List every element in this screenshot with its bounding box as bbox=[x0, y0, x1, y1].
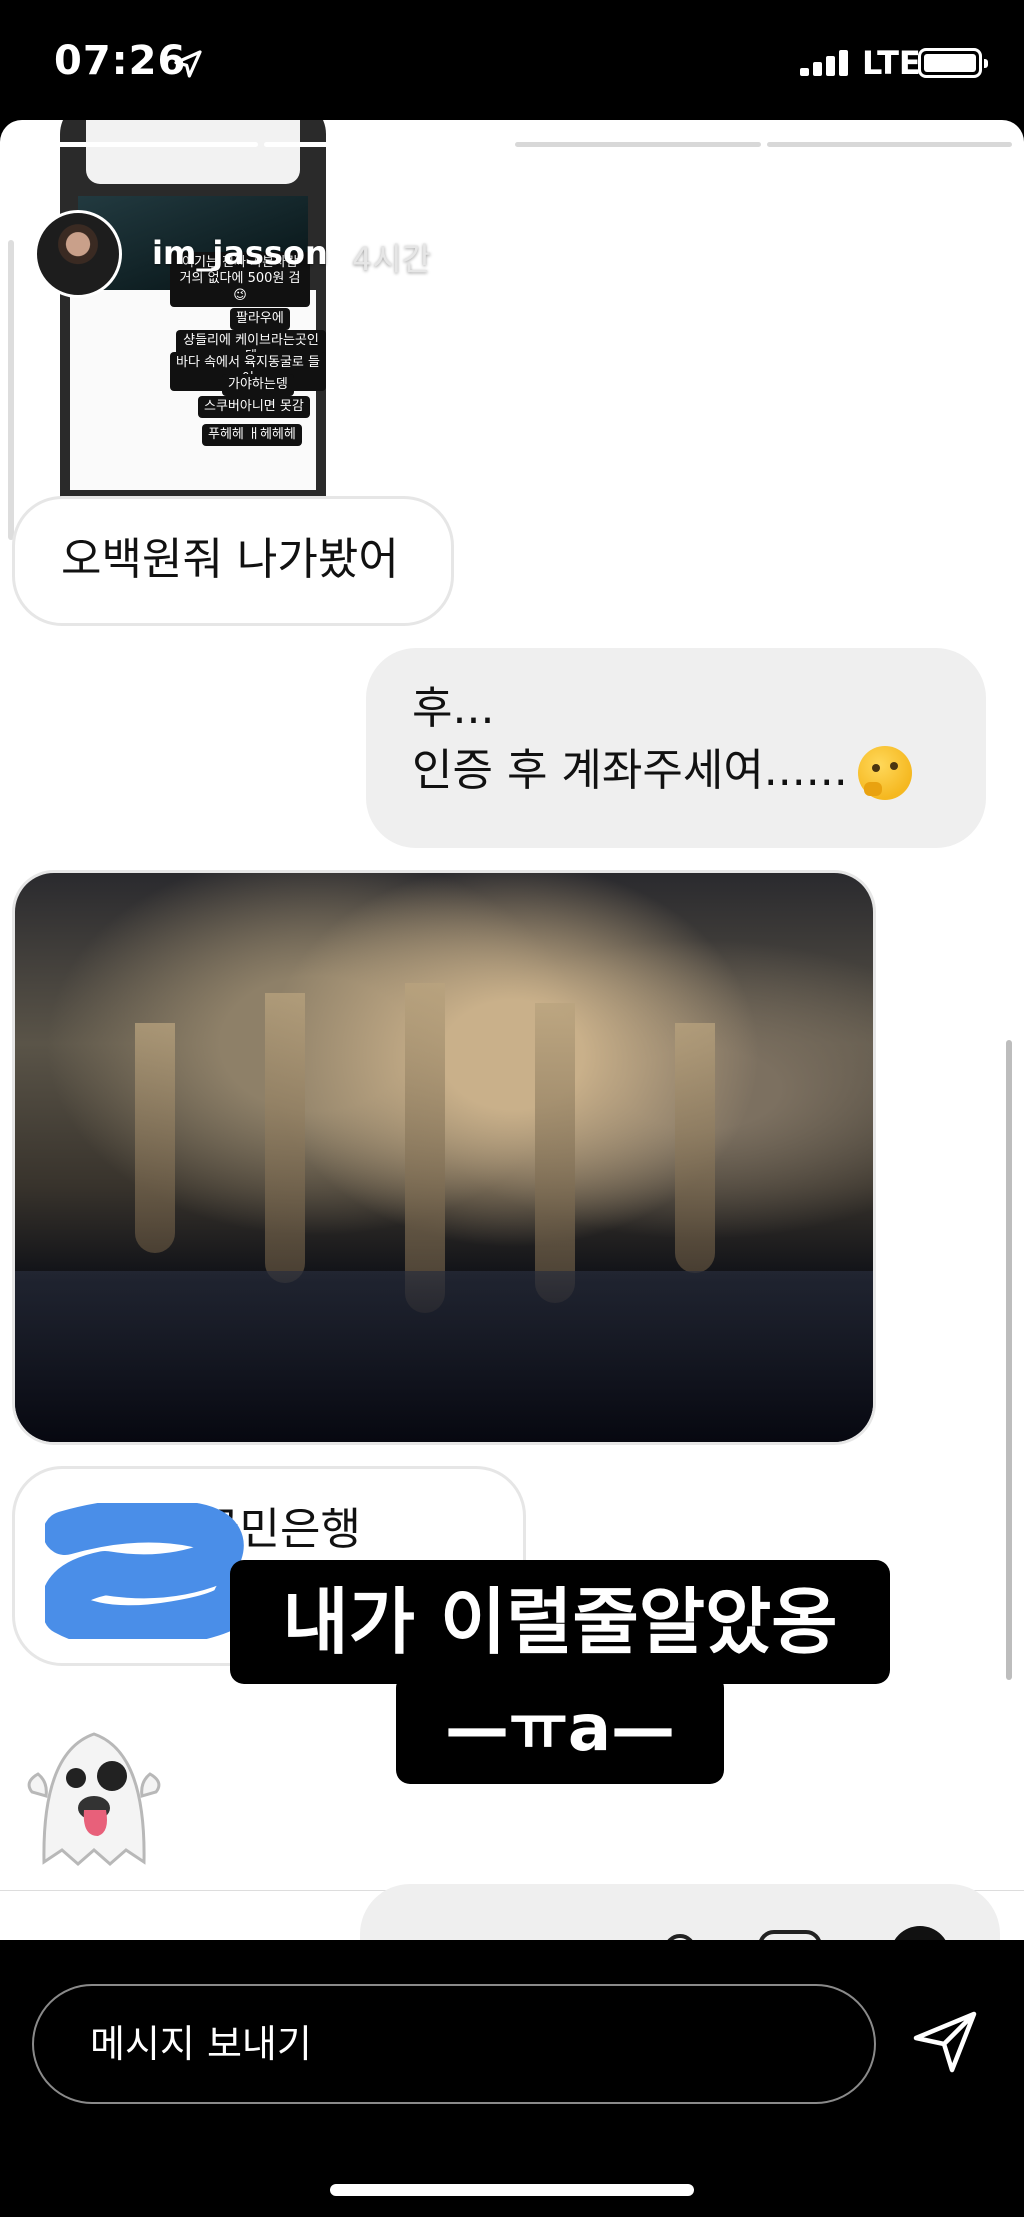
stalactite-shape bbox=[135, 1023, 175, 1253]
story-text-overlay: —ㅠa— bbox=[396, 1674, 724, 1784]
message-input[interactable]: 메시지 보내기 bbox=[32, 1984, 876, 2104]
embedded-caption: 푸헤헤 ㅐ헤헤헤 bbox=[202, 424, 302, 447]
progress-segment bbox=[515, 142, 761, 147]
thinking-face-icon bbox=[857, 745, 912, 800]
location-arrow-icon bbox=[174, 50, 202, 78]
network-type: LTE bbox=[862, 44, 921, 82]
stalactite-shape bbox=[675, 1023, 715, 1273]
battery-icon bbox=[918, 48, 988, 78]
progress-segment bbox=[766, 142, 1012, 147]
message-text: 오백원줘 나가봤어 bbox=[61, 534, 399, 585]
avatar[interactable] bbox=[34, 210, 122, 298]
scrollbar[interactable] bbox=[1006, 1040, 1012, 1680]
status-bar: 07:26 LTE bbox=[0, 0, 1024, 120]
story-progress-bar bbox=[12, 142, 1012, 147]
story-username[interactable]: im_jasson bbox=[152, 234, 328, 272]
story-header: im_jasson 4시간 bbox=[0, 160, 1024, 300]
send-icon[interactable] bbox=[912, 2008, 980, 2076]
redaction-scribble bbox=[45, 1503, 245, 1639]
message-text: 인증 후 계좌주세여...... bbox=[412, 744, 848, 796]
reply-bar: 메시지 보내기 bbox=[0, 1940, 1024, 2217]
message-text: 후... bbox=[412, 683, 495, 734]
water-reflection bbox=[15, 1271, 873, 1442]
progress-segment bbox=[12, 142, 258, 147]
embedded-caption: 팔라우에 bbox=[230, 308, 290, 331]
cave-photo-message[interactable] bbox=[12, 870, 876, 1445]
more-options-icon[interactable] bbox=[838, 248, 886, 260]
status-time: 07:26 bbox=[54, 38, 187, 84]
stalactite-shape bbox=[535, 1003, 575, 1303]
home-indicator[interactable] bbox=[330, 2184, 694, 2196]
stalactite-shape bbox=[265, 993, 305, 1283]
embedded-caption: 스쿠버아니면 못감 bbox=[198, 396, 310, 419]
story-timestamp: 4시간 bbox=[352, 240, 432, 278]
message-bubble-incoming: 오백원줘 나가봤어 bbox=[12, 496, 454, 626]
embedded-caption: 가야하는뎅 bbox=[222, 374, 294, 397]
ghost-emoji-icon bbox=[27, 1732, 161, 1866]
cellular-signal-icon bbox=[800, 50, 848, 76]
message-bubble-outgoing: 후... 인증 후 계좌주세여...... bbox=[366, 648, 986, 848]
composer-icons-partial bbox=[667, 1926, 946, 1940]
close-icon[interactable] bbox=[940, 226, 996, 282]
story-text-overlay: 내가 이럴줄알았옹 bbox=[230, 1560, 890, 1684]
progress-segment bbox=[263, 142, 509, 147]
story-card: 여기는 진짜 가본사람 거의 없다에 500원 검😉 팔라우에 샹들리에 케이브… bbox=[0, 120, 1024, 1940]
stalactite-shape bbox=[405, 983, 445, 1313]
